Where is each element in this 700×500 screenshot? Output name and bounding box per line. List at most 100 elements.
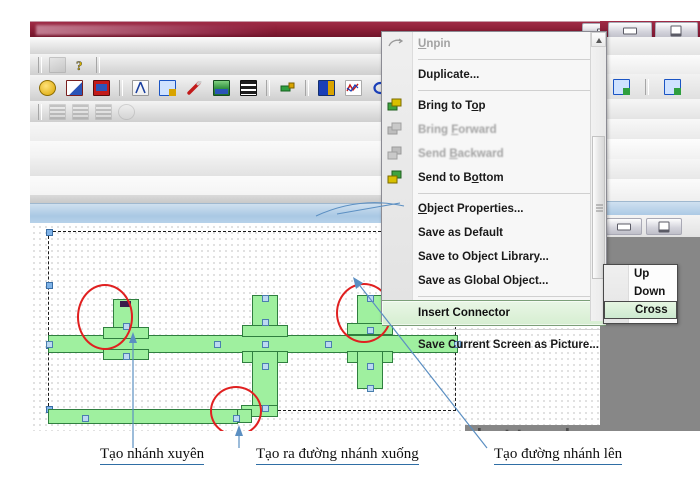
- pipe-branch-right-down[interactable]: [357, 351, 383, 389]
- insert-connector-submenu[interactable]: Up Down Cross: [603, 264, 678, 324]
- menu-item-label: Save as Default: [418, 227, 504, 239]
- submenu-item-down[interactable]: Down: [604, 283, 677, 301]
- pipe-node[interactable]: [46, 341, 53, 348]
- pen-icon[interactable]: [182, 76, 207, 100]
- menu-item-label: Unpin: [418, 38, 451, 50]
- send-backward-icon: [386, 145, 404, 162]
- menu-item-send-to-bottom[interactable]: Send to Bottom: [382, 166, 606, 190]
- submenu-item-label: Up: [634, 268, 650, 280]
- dock-tab-band[interactable]: [600, 201, 700, 216]
- menu-item-label: Insert Connector: [418, 307, 511, 319]
- dock-strip: [600, 119, 700, 140]
- menu-separator: [418, 193, 600, 194]
- pipe-node[interactable]: [262, 363, 269, 370]
- image-icon[interactable]: [209, 76, 234, 100]
- insert-screen-icon[interactable]: [609, 75, 634, 99]
- menu-item-send-backward[interactable]: Send Backward: [382, 142, 606, 166]
- window-title: [36, 25, 276, 35]
- pipe-node[interactable]: [123, 353, 130, 360]
- menu-separator: [418, 90, 600, 91]
- connector-icon[interactable]: [275, 76, 300, 100]
- send-to-bottom-icon: [386, 169, 404, 186]
- dock-toolbar: [600, 74, 700, 100]
- toolbar-separator: [266, 80, 270, 96]
- pipe-node[interactable]: [262, 295, 269, 302]
- resize-handle[interactable]: [46, 229, 53, 236]
- menu-separator: [418, 329, 600, 330]
- subwindow-restore-button[interactable]: [646, 218, 682, 235]
- menu-item-insert-connector[interactable]: Insert Connector: [382, 300, 606, 326]
- pipe-node[interactable]: [262, 405, 269, 412]
- dock-subwindow-titlebar: [600, 215, 700, 238]
- cross-connector-highlight: [77, 284, 133, 350]
- submenu-item-cross[interactable]: Cross: [604, 301, 677, 319]
- pipe-node[interactable]: [325, 341, 332, 348]
- scroll-up-arrow-icon[interactable]: [591, 32, 606, 47]
- resize-handle[interactable]: [46, 282, 53, 289]
- right-dock-panel: [600, 21, 700, 431]
- menu-item-save-as-default[interactable]: Save as Default: [382, 221, 606, 245]
- pipe-node[interactable]: [214, 341, 221, 348]
- menu-item-duplicate[interactable]: Duplicate...: [382, 63, 606, 87]
- menu-item-bring-forward[interactable]: Bring Forward: [382, 118, 606, 142]
- menu-item-label: Bring to Top: [418, 100, 486, 112]
- menu-item-label: Send Backward: [418, 148, 504, 160]
- trend-icon[interactable]: [341, 76, 366, 100]
- submenu-item-up[interactable]: Up: [604, 265, 677, 283]
- menu-item-object-properties[interactable]: Object Properties...: [382, 197, 606, 221]
- compass-icon[interactable]: [128, 76, 153, 100]
- print-preview-icon[interactable]: [47, 55, 68, 75]
- bring-to-top-icon: [386, 97, 404, 114]
- pipe-node[interactable]: [262, 341, 269, 348]
- help-icon[interactable]: ?: [70, 55, 91, 75]
- menu-item-label: Save to Object Library...: [418, 251, 549, 263]
- submenu-item-label: Cross: [635, 304, 668, 316]
- menu-item-unpin[interactable]: Unpin: [382, 32, 606, 56]
- svg-text:?: ?: [76, 58, 83, 72]
- database-icon[interactable]: [236, 76, 261, 100]
- pipe-node[interactable]: [82, 415, 89, 422]
- toolbar-separator: [38, 103, 42, 120]
- menu-item-save-current-screen-as-picture[interactable]: Save Current Screen as Picture...: [382, 333, 606, 357]
- menu-item-bring-to-top[interactable]: Bring to Top: [382, 94, 606, 118]
- submenu-items: Up Down Cross: [604, 265, 677, 319]
- scrollbar-grip-icon: [596, 204, 603, 211]
- report-icon[interactable]: [62, 76, 87, 100]
- submenu-item-label: Down: [634, 286, 666, 298]
- menu-item-save-to-object-library[interactable]: Save to Object Library...: [382, 245, 606, 269]
- clock-icon[interactable]: [35, 76, 60, 100]
- subwindow-minimize-button[interactable]: [606, 218, 642, 235]
- pipe-node[interactable]: [367, 385, 374, 392]
- menu-item-label: Duplicate...: [418, 69, 480, 81]
- scrollbar-thumb[interactable]: [592, 136, 605, 279]
- library-icon[interactable]: [314, 76, 339, 100]
- insert-object-icon[interactable]: [660, 75, 685, 99]
- bring-forward-icon: [386, 121, 404, 138]
- align-center-icon[interactable]: [70, 102, 91, 122]
- dock-titlebar: [600, 21, 700, 39]
- toolbar-separator: [96, 56, 100, 73]
- screen-icon[interactable]: [155, 76, 180, 100]
- caption-down: Tạo ra đường nhánh xuống: [256, 446, 419, 465]
- align-right-icon[interactable]: [93, 102, 114, 122]
- alarm-icon[interactable]: [89, 76, 114, 100]
- caption-cross: Tạo nhánh xuyên: [100, 446, 205, 465]
- toolbar-separator: [305, 80, 309, 96]
- menu-item-label: Save as Global Object...: [418, 275, 549, 287]
- toolbar-separator: [119, 80, 123, 96]
- align-left-icon[interactable]: [47, 102, 68, 122]
- menu-item-label: Bring Forward: [418, 124, 497, 136]
- menu-item-label: Object Properties...: [418, 203, 524, 215]
- pipe-node[interactable]: [262, 319, 269, 326]
- pipe-flange-mid-top[interactable]: [242, 325, 288, 337]
- dock-strip: [600, 37, 700, 56]
- rotate-icon[interactable]: [116, 102, 137, 122]
- dock-strip: [600, 139, 700, 160]
- unpin-icon: [386, 35, 404, 52]
- dock-strip: [600, 179, 700, 202]
- menu-item-label: Send to Bottom: [418, 172, 504, 184]
- context-menu[interactable]: Unpin Duplicate... Bring to Top Bring Forwa…: [381, 31, 607, 351]
- pipe-node[interactable]: [367, 363, 374, 370]
- caption-up: Tạo đường nhánh lên: [494, 446, 623, 465]
- menu-item-save-as-global-object[interactable]: Save as Global Object...: [382, 269, 606, 293]
